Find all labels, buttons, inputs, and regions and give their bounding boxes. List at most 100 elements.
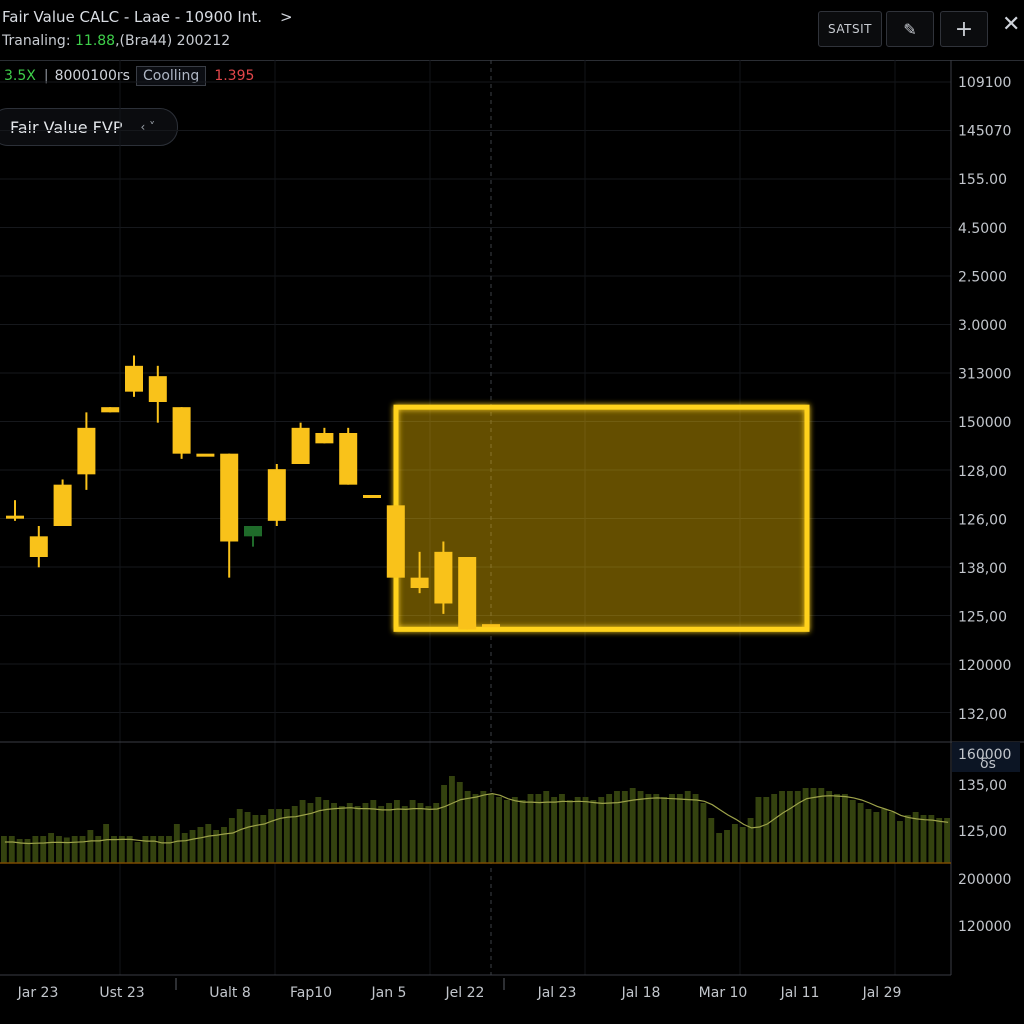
volume-bar (527, 794, 534, 863)
volume-bar (669, 794, 675, 863)
fvp-zone-box[interactable] (393, 404, 810, 632)
fvp-zone[interactable] (393, 404, 810, 632)
volume-bar (889, 812, 895, 863)
volume-bar (87, 830, 94, 863)
time-tick-label: Jar 23 (17, 985, 59, 1001)
volume-tick-label: 135,00 (958, 778, 1007, 794)
chevron-right-icon[interactable]: > (280, 8, 293, 26)
time-tick-label: Jal 23 (537, 985, 577, 1001)
price-axis: 109100 145070 155.00 4.5000 2.5000 3.0000 3130… (958, 75, 1011, 723)
volume-bar (598, 797, 605, 863)
volume-bar (228, 818, 235, 863)
volume-bar (244, 812, 251, 863)
volume-bar (629, 788, 636, 863)
price-tick-label: 313000 (958, 367, 1011, 383)
candle-body (339, 433, 358, 485)
candle-body (434, 551, 453, 604)
volume-bar (606, 794, 613, 863)
volume-bar (936, 818, 943, 863)
volume-bar (559, 794, 565, 863)
price-tick-label: 128,00 (958, 464, 1007, 480)
volume-bar (252, 815, 259, 863)
candle-body (29, 536, 48, 557)
chart-title: Fair Value CALC - Laae - 10900 Int. > (2, 8, 293, 26)
volume-bar (755, 797, 762, 863)
candle-body (482, 624, 500, 628)
volume-bar (511, 797, 518, 863)
volume-bar (32, 836, 39, 863)
add-icon[interactable]: + (940, 11, 988, 47)
satsit-button[interactable]: SATSIT (818, 11, 882, 47)
volume-bar (676, 794, 683, 863)
price-tick-label: 126,00 (958, 512, 1007, 528)
volume-bar (700, 803, 707, 863)
volume-bar (417, 803, 424, 863)
volume-bar (865, 809, 872, 863)
volume-bar (456, 782, 463, 863)
volume-bar (731, 824, 738, 863)
price-tick-label: 138,00 (958, 561, 1007, 577)
volume-tick-label: 200000 (958, 872, 1011, 888)
candle-body (172, 407, 191, 454)
volume-bar (205, 824, 212, 863)
volume-bar (56, 836, 62, 863)
volume-bar (268, 809, 275, 863)
subtitle-suffix: ,(Bra44) 200212 (115, 33, 231, 49)
time-tick-label: Mar 10 (699, 985, 748, 1001)
volume-bar (331, 803, 337, 863)
price-tick-label: 109100 (958, 75, 1011, 91)
volume-tick-label: 125,00 (958, 824, 1007, 840)
chart-title-text: Fair Value CALC - Laae - 10900 Int. (2, 8, 263, 26)
volume-bar (763, 797, 770, 863)
candle-body (53, 484, 72, 526)
candle-body (291, 427, 310, 464)
volume-bars (1, 776, 950, 863)
volume-bar (881, 809, 888, 863)
chart-svg[interactable]: 109100 145070 155.00 4.5000 2.5000 3.0000 3130… (0, 60, 1024, 1024)
volume-bar (346, 803, 353, 863)
volume-bar (920, 815, 927, 863)
volume-bar (818, 788, 825, 863)
volume-bar (441, 785, 447, 863)
volume-bar (504, 800, 510, 863)
volume-bar (425, 806, 432, 863)
volume-bar (8, 836, 15, 863)
price-tick-label: 2.5000 (958, 269, 1007, 285)
volume-bar (653, 794, 660, 863)
volume-bar (779, 791, 785, 863)
volume-bar (944, 818, 950, 863)
volume-bar (739, 827, 746, 863)
subtitle-prefix: Tranaling: (2, 33, 75, 49)
time-tick-label: Fap10 (290, 985, 332, 1001)
volume-bar (708, 818, 715, 863)
candle-body (6, 515, 24, 519)
volume-bar (338, 806, 345, 863)
volume-bar (692, 794, 699, 863)
candle-body (196, 453, 215, 457)
volume-bar (480, 791, 487, 863)
candle-body (386, 505, 405, 578)
price-tick-label: 145070 (958, 124, 1011, 140)
candle-body (244, 526, 262, 537)
price-tick-label: 132,00 (958, 707, 1007, 723)
volume-bar (928, 815, 935, 863)
volume-bar (810, 788, 817, 863)
volume-bar (48, 833, 55, 863)
time-tick-label: Jel 22 (445, 985, 485, 1001)
volume-bar (189, 830, 196, 863)
volume-bar (912, 812, 919, 863)
candle-body (267, 469, 286, 521)
volume-bar (684, 791, 691, 863)
volume-bar (566, 800, 573, 863)
volume-bar (79, 836, 86, 863)
candle-body (410, 577, 429, 588)
volume-bar (307, 803, 314, 863)
time-tick-label: Jan 5 (371, 985, 407, 1001)
candle-body (125, 365, 143, 392)
close-icon[interactable]: ✕ (1002, 12, 1020, 37)
volume-bar (519, 800, 526, 863)
draw-tool-icon[interactable]: ✎ (886, 11, 934, 47)
volume-bar (448, 776, 455, 863)
volume-bar (873, 812, 880, 863)
volume-bar (716, 833, 723, 863)
